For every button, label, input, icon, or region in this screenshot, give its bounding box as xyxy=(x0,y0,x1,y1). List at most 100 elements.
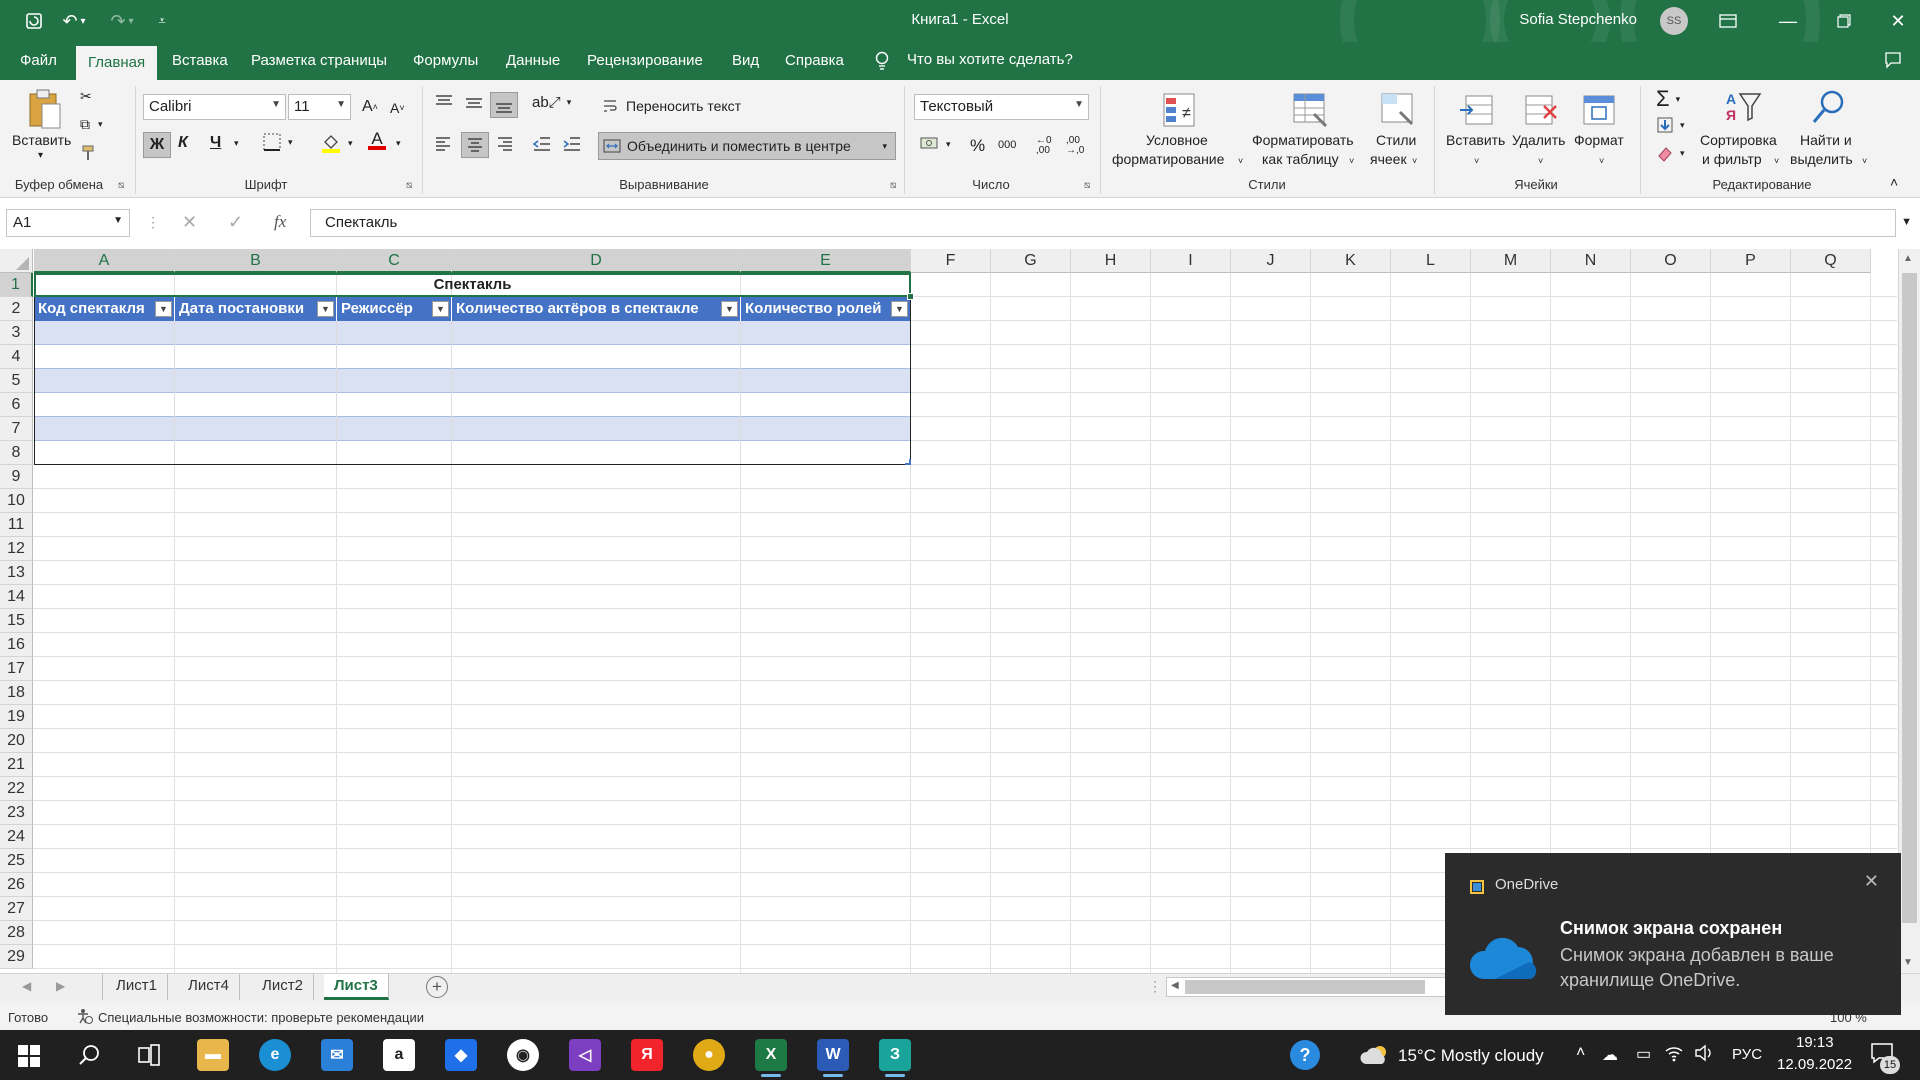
add-sheet-button[interactable]: + xyxy=(426,976,448,998)
cloud-tray-icon[interactable]: ☁ xyxy=(1602,1045,1618,1065)
windows-start-icon[interactable] xyxy=(18,1045,40,1071)
visual-studio-icon[interactable]: ◁ xyxy=(569,1039,601,1071)
sort-filter-line2[interactable]: и фильтр xyxy=(1702,151,1762,167)
decrease-indent-icon[interactable] xyxy=(532,136,552,152)
clock-date[interactable]: 12.09.2022 xyxy=(1777,1056,1852,1073)
row-header[interactable]: 11 xyxy=(0,513,33,537)
sheet-tab[interactable]: Лист1 xyxy=(106,974,168,1000)
format-cells-icon[interactable] xyxy=(1580,90,1620,130)
vertical-scroll-thumb[interactable] xyxy=(1902,273,1917,923)
merged-title-cell[interactable]: Спектакль xyxy=(34,273,911,297)
amazon-icon[interactable]: a xyxy=(383,1039,415,1071)
table-resize-handle[interactable] xyxy=(905,459,911,465)
decrease-decimal-icon[interactable]: ,00 →,0 xyxy=(1066,136,1084,156)
yandex-icon[interactable]: Я xyxy=(631,1039,663,1071)
collapse-ribbon-icon[interactable]: ˄ xyxy=(1890,174,1898,190)
tab-view[interactable]: Вид xyxy=(720,42,771,80)
paste-button[interactable]: Вставить xyxy=(12,132,71,148)
copy-icon[interactable]: ⧉ ▾ xyxy=(80,116,103,133)
row-header[interactable]: 21 xyxy=(0,753,33,777)
cell-styles-line2[interactable]: ячеек xyxy=(1370,151,1407,167)
row-header[interactable]: 20 xyxy=(0,729,33,753)
column-header[interactable]: Q xyxy=(1791,249,1871,273)
chevron-down-icon[interactable]: ˅ xyxy=(1238,156,1243,166)
align-left-icon[interactable] xyxy=(434,136,452,152)
column-header[interactable]: F xyxy=(911,249,991,273)
row-header[interactable]: 13 xyxy=(0,561,33,585)
scroll-left-icon[interactable]: ◀ xyxy=(1171,980,1179,991)
row-header[interactable]: 24 xyxy=(0,825,33,849)
row-header[interactable]: 8 xyxy=(0,441,33,465)
currency-icon[interactable]: ▾ xyxy=(920,136,951,152)
row-header[interactable]: 1 xyxy=(0,273,33,297)
borders-icon[interactable]: ▾ xyxy=(262,132,293,152)
row-header[interactable]: 3 xyxy=(0,321,33,345)
alignment-launcher-icon[interactable]: ⧅ xyxy=(890,180,896,191)
onedrive-toast[interactable]: OneDrive ✕ Снимок экрана сохранен Снимок… xyxy=(1445,853,1901,1015)
autosum-icon[interactable]: Σ ▾ xyxy=(1656,86,1680,112)
row-header[interactable]: 17 xyxy=(0,657,33,681)
column-header[interactable]: I xyxy=(1151,249,1231,273)
accessibility-status[interactable]: Специальные возможности: проверьте реком… xyxy=(98,1010,424,1025)
expand-formula-icon[interactable]: ▼ xyxy=(1901,216,1912,228)
search-icon[interactable] xyxy=(78,1044,100,1070)
row-header[interactable]: 10 xyxy=(0,489,33,513)
comments-icon[interactable] xyxy=(1884,51,1902,73)
column-header[interactable]: N xyxy=(1551,249,1631,273)
sort-filter-icon[interactable]: АЯ xyxy=(1724,88,1764,128)
column-header[interactable]: B xyxy=(175,249,337,273)
cut-icon[interactable]: ✂ xyxy=(80,88,92,105)
chevron-down-icon[interactable]: ˅ xyxy=(1774,156,1779,166)
row-header[interactable]: 14 xyxy=(0,585,33,609)
cell-styles-line1[interactable]: Стили xyxy=(1376,132,1416,148)
increase-indent-icon[interactable] xyxy=(562,136,582,152)
avatar[interactable]: SS xyxy=(1660,7,1688,35)
wrap-text-icon[interactable] xyxy=(602,98,618,114)
find-select-icon[interactable] xyxy=(1808,88,1848,128)
select-all-corner[interactable] xyxy=(0,249,33,273)
paste-icon[interactable] xyxy=(24,88,64,129)
fill-icon[interactable]: ▾ xyxy=(1656,116,1685,134)
volume-icon[interactable] xyxy=(1694,1044,1714,1066)
horizontal-scroll-thumb[interactable] xyxy=(1185,980,1425,994)
minimize-icon[interactable]: — xyxy=(1758,0,1818,42)
excel-taskbar-icon[interactable]: X xyxy=(755,1039,787,1077)
task-view-icon[interactable] xyxy=(137,1044,161,1070)
row-header[interactable]: 16 xyxy=(0,633,33,657)
thousands-button[interactable]: 000 xyxy=(998,139,1016,151)
horizontal-scrollbar[interactable]: ◀ xyxy=(1166,977,1446,997)
restore-icon[interactable] xyxy=(1814,0,1874,42)
bold-button[interactable]: Ж xyxy=(143,132,171,158)
dropbox-icon[interactable]: ◆ xyxy=(445,1039,477,1071)
delete-cells-icon[interactable] xyxy=(1522,90,1562,130)
column-header[interactable]: G xyxy=(991,249,1071,273)
user-name[interactable]: Sofia Stepchenko xyxy=(1519,11,1637,28)
row-header[interactable]: 25 xyxy=(0,849,33,873)
device-tray-icon[interactable]: ▭ xyxy=(1636,1044,1651,1064)
tab-formulas[interactable]: Формулы xyxy=(401,42,490,80)
clock-time[interactable]: 19:13 xyxy=(1796,1034,1834,1051)
row-header[interactable]: 18 xyxy=(0,681,33,705)
column-header[interactable]: D xyxy=(452,249,741,273)
row-header[interactable]: 9 xyxy=(0,465,33,489)
format-cells-button[interactable]: Формат xyxy=(1574,132,1624,148)
clear-icon[interactable]: ▾ xyxy=(1656,144,1685,162)
insert-cells-button[interactable]: Вставить xyxy=(1446,132,1505,148)
underline-button[interactable]: Ч xyxy=(210,134,221,152)
row-header[interactable]: 27 xyxy=(0,897,33,921)
find-select-line1[interactable]: Найти и xyxy=(1800,132,1852,148)
row-header[interactable]: 26 xyxy=(0,873,33,897)
column-header[interactable]: H xyxy=(1071,249,1151,273)
font-color-dropdown-icon[interactable]: ▾ xyxy=(396,138,401,149)
enter-icon[interactable]: ✓ xyxy=(228,212,243,233)
ribbon-display-icon[interactable] xyxy=(1698,0,1758,42)
tab-file[interactable]: Файл xyxy=(8,42,69,80)
wifi-icon[interactable] xyxy=(1664,1044,1684,1066)
app-taskbar-icon[interactable]: З xyxy=(879,1039,911,1077)
scroll-down-icon[interactable]: ▼ xyxy=(1903,957,1913,968)
vertical-scrollbar[interactable]: ▲ ▼ xyxy=(1898,249,1920,973)
increase-decimal-icon[interactable]: ←0,00 xyxy=(1036,136,1052,156)
column-header[interactable]: O xyxy=(1631,249,1711,273)
column-header[interactable]: C xyxy=(337,249,452,273)
help-icon[interactable]: ? xyxy=(1290,1040,1320,1070)
